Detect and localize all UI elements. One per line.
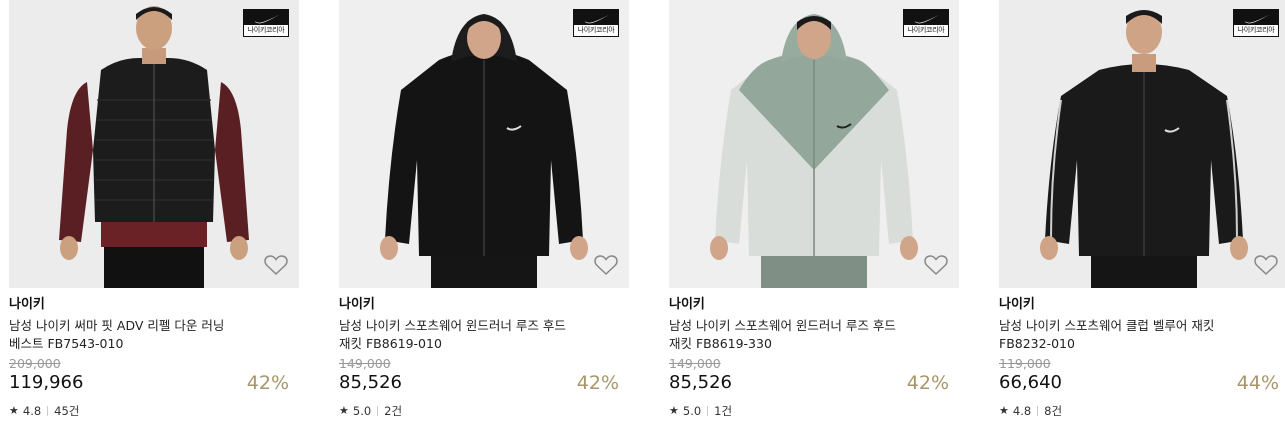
product-photo-green-jacket: [710, 14, 918, 288]
product-card[interactable]: 나이키코리아 나이키 남성 나이키 스포츠웨어 윈드러너 루즈 후드 재킷 FB…: [339, 0, 629, 440]
rating-score: 5.0: [352, 404, 372, 418]
discount-rate: 44%: [1236, 372, 1279, 394]
rating: ★ 5.0 1건: [669, 404, 959, 418]
review-count: 2건: [384, 404, 403, 418]
sale-price: 85,526: [669, 372, 732, 393]
product-name[interactable]: 남성 나이키 스포츠웨어 클럽 벨루어 재킷 FB8232-010: [999, 317, 1249, 353]
heart-outline-icon[interactable]: [593, 253, 619, 277]
nike-korea-badge: 나이키코리아: [573, 9, 619, 37]
product-name[interactable]: 남성 나이키 써마 핏 ADV 리펠 다운 러닝 베스트 FB7543-010: [9, 317, 259, 353]
product-grid: 나이키코리아 나이키 남성 나이키 써마 핏 ADV 리펠 다운 러닝 베스트 …: [0, 0, 1285, 440]
nike-korea-badge: 나이키코리아: [903, 9, 949, 37]
review-count: 1건: [714, 404, 733, 418]
product-card[interactable]: 나이키코리아 나이키 남성 나이키 스포츠웨어 클럽 벨루어 재킷 FB8232…: [999, 0, 1285, 440]
star-icon: ★: [9, 404, 19, 417]
product-image[interactable]: 나이키코리아: [9, 0, 299, 288]
heart-outline-icon[interactable]: [263, 253, 289, 277]
product-photo-vest: [59, 6, 249, 288]
badge-label: 나이키코리아: [1234, 25, 1278, 36]
product-photo-black-jacket: [380, 14, 588, 288]
product-name[interactable]: 남성 나이키 스포츠웨어 윈드러너 루즈 후드 재킷 FB8619-330: [669, 317, 919, 353]
product-image[interactable]: 나이키코리아: [669, 0, 959, 288]
star-icon: ★: [339, 404, 349, 417]
discount-rate: 42%: [906, 372, 949, 394]
rating-score: 4.8: [22, 404, 42, 418]
brand-name: 나이키: [339, 297, 375, 312]
star-icon: ★: [669, 404, 679, 417]
rating-score: 5.0: [682, 404, 702, 418]
rating: ★ 4.8 45건: [9, 404, 299, 418]
product-image[interactable]: 나이키코리아: [999, 0, 1285, 288]
badge-label: 나이키코리아: [574, 25, 618, 36]
heart-outline-icon[interactable]: [923, 253, 949, 277]
brand-name: 나이키: [9, 297, 45, 312]
product-card[interactable]: 나이키코리아 나이키 남성 나이키 써마 핏 ADV 리펠 다운 러닝 베스트 …: [9, 0, 299, 440]
nike-korea-badge: 나이키코리아: [1233, 9, 1279, 37]
original-price: 209,000: [9, 356, 61, 371]
original-price: 149,000: [339, 356, 391, 371]
rating: ★ 4.8 8건: [999, 404, 1285, 418]
product-image[interactable]: 나이키코리아: [339, 0, 629, 288]
discount-rate: 42%: [246, 372, 289, 394]
divider: [1037, 406, 1039, 416]
divider: [47, 406, 49, 416]
nike-swoosh-icon: [915, 14, 939, 24]
sale-price: 66,640: [999, 372, 1062, 393]
brand-name: 나이키: [669, 297, 705, 312]
sale-price: 85,526: [339, 372, 402, 393]
heart-outline-icon[interactable]: [1253, 253, 1279, 277]
original-price: 119,000: [999, 356, 1051, 371]
badge-label: 나이키코리아: [244, 25, 288, 36]
original-price: 149,000: [669, 356, 721, 371]
brand-name: 나이키: [999, 297, 1035, 312]
star-icon: ★: [999, 404, 1009, 417]
rating-score: 4.8: [1012, 404, 1032, 418]
product-name[interactable]: 남성 나이키 스포츠웨어 윈드러너 루즈 후드 재킷 FB8619-010: [339, 317, 589, 353]
nike-korea-badge: 나이키코리아: [243, 9, 289, 37]
product-photo-velour-jacket: [1040, 10, 1248, 288]
nike-swoosh-icon: [255, 14, 279, 24]
discount-rate: 42%: [576, 372, 619, 394]
sale-price: 119,966: [9, 372, 84, 393]
product-card[interactable]: 나이키코리아 나이키 남성 나이키 스포츠웨어 윈드러너 루즈 후드 재킷 FB…: [669, 0, 959, 440]
nike-swoosh-icon: [585, 14, 609, 24]
nike-swoosh-icon: [1245, 14, 1269, 24]
rating: ★ 5.0 2건: [339, 404, 629, 418]
badge-label: 나이키코리아: [904, 25, 948, 36]
review-count: 8건: [1044, 404, 1063, 418]
review-count: 45건: [54, 404, 80, 418]
divider: [707, 406, 709, 416]
divider: [377, 406, 379, 416]
